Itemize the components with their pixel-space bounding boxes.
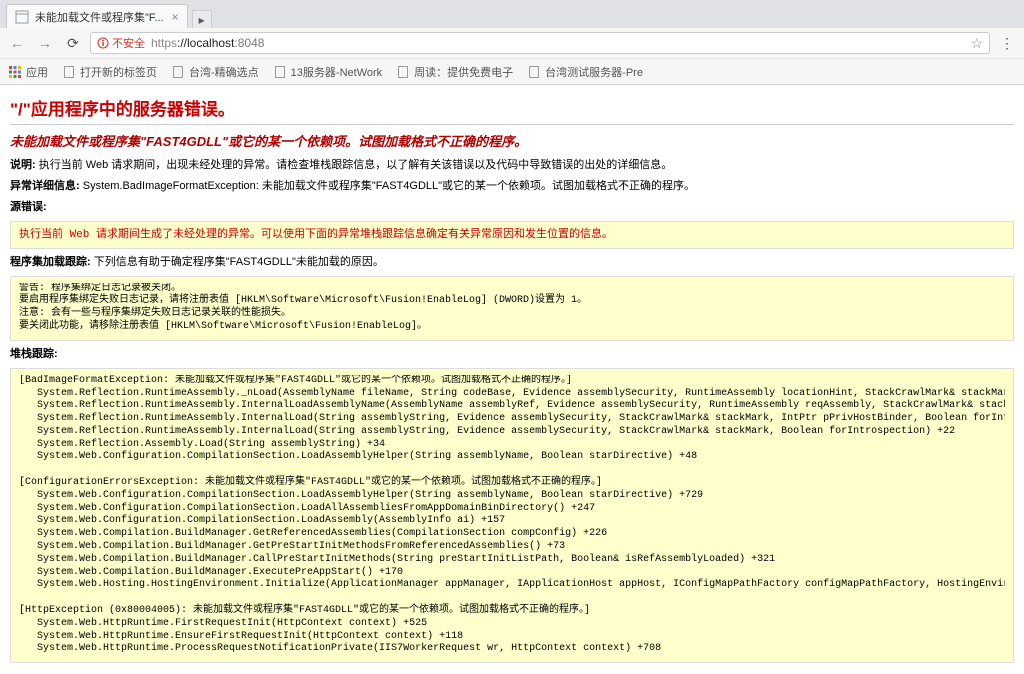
browser-chrome: 未能加载文件或程序集"F... × ▸ ← → ⟳ 不安全 https://lo… bbox=[0, 0, 1024, 85]
bookmark-item[interactable]: 周读：提供免费电子 bbox=[396, 64, 513, 80]
apps-icon bbox=[8, 65, 22, 79]
menu-button[interactable]: ⋮ bbox=[996, 32, 1018, 54]
address-bar-row: ← → ⟳ 不安全 https://localhost:8048 ☆ ⋮ bbox=[0, 28, 1024, 58]
tab-close-icon[interactable]: × bbox=[172, 11, 179, 23]
url-host: ://localhost bbox=[177, 36, 234, 50]
info-icon bbox=[97, 37, 109, 49]
bookmark-item[interactable]: 打开新的标签页 bbox=[62, 64, 157, 80]
tab-title: 未能加载文件或程序集"F... bbox=[35, 9, 164, 25]
description-para: 说明: 执行当前 Web 请求期间，出现未经处理的异常。请检查堆栈跟踪信息，以了… bbox=[10, 158, 1014, 173]
tab-strip: 未能加载文件或程序集"F... × ▸ bbox=[0, 0, 1024, 28]
url-scheme: https bbox=[151, 36, 177, 50]
description-label: 说明: bbox=[10, 159, 36, 171]
error-page: "/"应用程序中的服务器错误。 未能加载文件或程序集"FAST4GDLL"或它的… bbox=[0, 85, 1024, 674]
page-favicon bbox=[15, 10, 29, 24]
exception-details-para: 异常详细信息: System.BadImageFormatException: … bbox=[10, 179, 1014, 194]
bind-log-text: 警告: 程序集绑定日志记录被关闭。 要启用程序集绑定失败日志记录，请将注册表值 … bbox=[19, 283, 1005, 334]
new-tab-button[interactable]: ▸ bbox=[192, 10, 212, 28]
page-icon bbox=[396, 65, 410, 79]
reload-button[interactable]: ⟳ bbox=[62, 32, 84, 54]
page-icon bbox=[273, 65, 287, 79]
insecure-label: 不安全 bbox=[112, 35, 145, 51]
exception-details-label: 异常详细信息: bbox=[10, 180, 80, 192]
apps-shortcut[interactable]: 应用 bbox=[8, 64, 48, 80]
error-subheading: 未能加载文件或程序集"FAST4GDLL"或它的某一个依赖项。试图加载格式不正确… bbox=[10, 131, 1014, 150]
exception-details-text: System.BadImageFormatException: 未能加载文件或程… bbox=[80, 180, 695, 192]
page-icon bbox=[62, 65, 76, 79]
source-error-box: 执行当前 Web 请求期间生成了未经处理的异常。可以使用下面的异常堆栈跟踪信息确… bbox=[10, 221, 1014, 249]
back-button[interactable]: ← bbox=[6, 32, 28, 54]
assembly-trace-label: 程序集加载跟踪: bbox=[10, 256, 91, 268]
url-port: :8048 bbox=[234, 36, 264, 50]
source-error-label: 源错误: bbox=[10, 201, 47, 213]
bookmark-item[interactable]: 13服务器-NetWork bbox=[273, 64, 382, 80]
stack-trace-text: [BadImageFormatException: 未能加载文件或程序集"FAS… bbox=[19, 375, 1005, 657]
assembly-trace-para: 程序集加载跟踪: 下列信息有助于确定程序集"FAST4GDLL"未能加载的原因。 bbox=[10, 255, 1014, 270]
source-error-text: 执行当前 Web 请求期间生成了未经处理的异常。可以使用下面的异常堆栈跟踪信息确… bbox=[19, 229, 613, 241]
bookmark-label: 台湾-精确选点 bbox=[189, 64, 259, 80]
bookmark-label: 周读：提供免费电子 bbox=[414, 64, 513, 80]
bookmark-label: 打开新的标签页 bbox=[80, 64, 157, 80]
bookmarks-bar: 应用 打开新的标签页 台湾-精确选点 13服务器-NetWork 周读：提供免费… bbox=[0, 58, 1024, 84]
page-icon bbox=[171, 65, 185, 79]
bookmark-star-icon[interactable]: ☆ bbox=[970, 35, 983, 52]
stack-trace-box: [BadImageFormatException: 未能加载文件或程序集"FAS… bbox=[10, 368, 1014, 664]
stack-trace-label-para: 堆栈跟踪: bbox=[10, 347, 1014, 362]
assembly-trace-text: 下列信息有助于确定程序集"FAST4GDLL"未能加载的原因。 bbox=[91, 256, 384, 268]
page-icon bbox=[527, 65, 541, 79]
divider bbox=[10, 124, 1014, 125]
error-heading: "/"应用程序中的服务器错误。 bbox=[10, 95, 1014, 120]
forward-button[interactable]: → bbox=[34, 32, 56, 54]
source-error-label-para: 源错误: bbox=[10, 200, 1014, 215]
stack-trace-label: 堆栈跟踪: bbox=[10, 348, 58, 360]
browser-tab[interactable]: 未能加载文件或程序集"F... × bbox=[6, 4, 188, 28]
bookmark-item[interactable]: 台湾测试服务器-Pre bbox=[527, 64, 643, 80]
description-text: 执行当前 Web 请求期间，出现未经处理的异常。请检查堆栈跟踪信息，以了解有关该… bbox=[36, 159, 673, 171]
apps-label: 应用 bbox=[26, 64, 48, 80]
insecure-badge: 不安全 bbox=[97, 35, 145, 51]
address-bar[interactable]: 不安全 https://localhost:8048 ☆ bbox=[90, 32, 990, 54]
bookmark-label: 13服务器-NetWork bbox=[291, 64, 382, 80]
bind-log-box: 警告: 程序集绑定日志记录被关闭。 要启用程序集绑定失败日志记录，请将注册表值 … bbox=[10, 276, 1014, 341]
bookmark-label: 台湾测试服务器-Pre bbox=[545, 64, 643, 80]
bookmark-item[interactable]: 台湾-精确选点 bbox=[171, 64, 259, 80]
